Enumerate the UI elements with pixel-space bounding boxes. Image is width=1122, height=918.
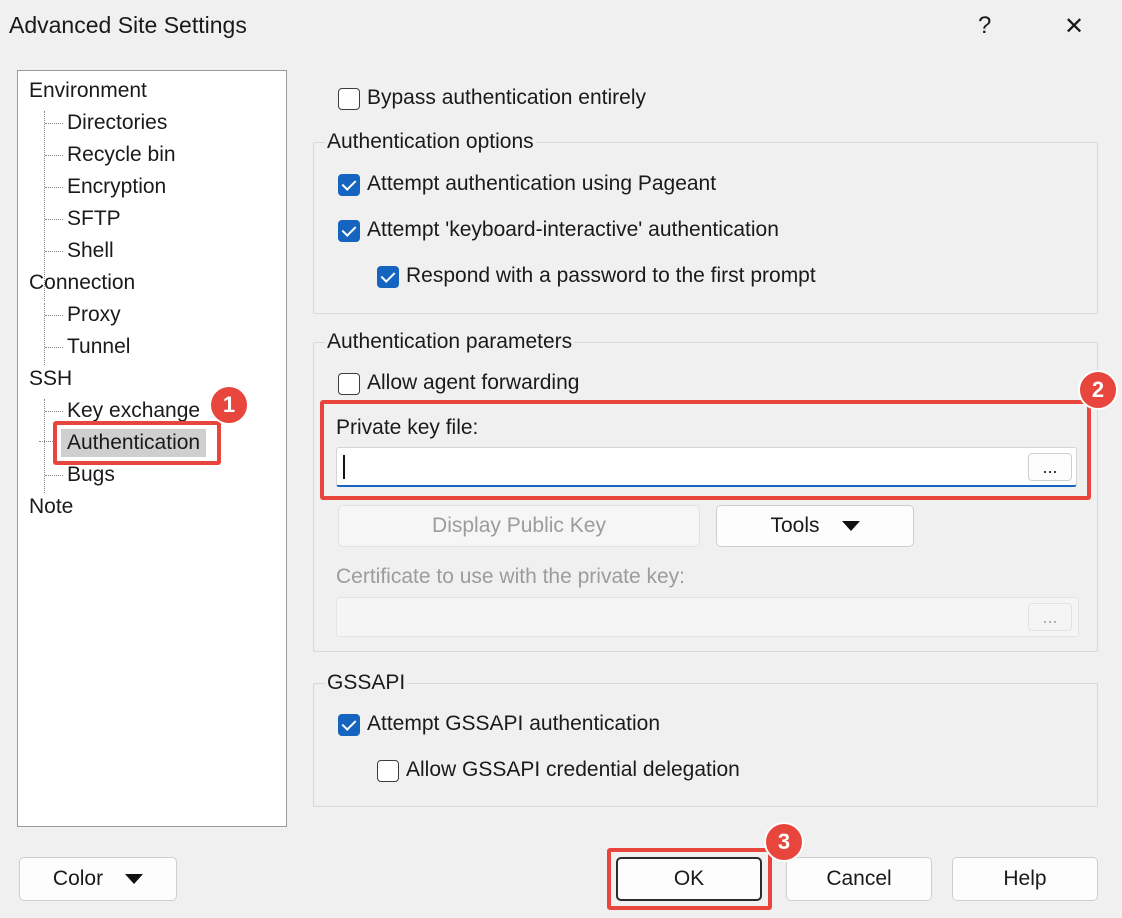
callout-badge-2: 2 <box>1078 370 1118 410</box>
pageant-label: Attempt authentication using Pageant <box>367 172 717 195</box>
chevron-down-icon <box>125 874 144 884</box>
auth-params-title: Authentication parameters <box>325 330 575 354</box>
gssapi-checkbox[interactable] <box>338 714 360 736</box>
tree-item-encryption[interactable]: Encryption <box>44 175 166 199</box>
gssapi-delegation-checkbox[interactable] <box>377 760 399 782</box>
gssapi-group <box>313 683 1098 807</box>
pageant-checkbox[interactable] <box>338 174 360 196</box>
chevron-down-icon <box>841 521 860 531</box>
tree-item-note[interactable]: Note <box>29 495 73 519</box>
display-public-key-button[interactable]: Display Public Key <box>338 505 700 547</box>
tools-label: Tools <box>770 514 820 537</box>
color-dropdown-button[interactable]: Color <box>19 857 177 901</box>
auth-options-title: Authentication options <box>325 130 536 154</box>
tree-item-proxy[interactable]: Proxy <box>45 303 121 327</box>
tree-item-tunnel[interactable]: Tunnel <box>44 335 130 359</box>
tree-item-connection[interactable]: Connection <box>29 271 135 295</box>
tree-item-directories[interactable]: Directories <box>44 111 167 135</box>
tree-item-bugs[interactable]: Bugs <box>45 463 115 487</box>
tree-connector <box>44 399 45 493</box>
help-label: Help <box>1003 867 1047 890</box>
bypass-checkbox[interactable] <box>338 88 360 110</box>
gssapi-label: Attempt GSSAPI authentication <box>367 712 660 735</box>
certificate-label: Certificate to use with the private key: <box>336 565 685 588</box>
help-icon[interactable]: ? <box>978 12 991 40</box>
agent-forwarding-checkbox[interactable] <box>338 373 360 395</box>
close-icon[interactable]: ✕ <box>1064 12 1084 41</box>
gssapi-title: GSSAPI <box>325 671 408 695</box>
tree-item-recycle-bin[interactable]: Recycle bin <box>45 143 176 167</box>
tree-item-sftp[interactable]: SFTP <box>45 207 121 231</box>
window-title: Advanced Site Settings <box>9 12 247 38</box>
certificate-browse-button[interactable]: ... <box>1028 603 1072 631</box>
callout-highlight-private-key <box>320 400 1091 500</box>
respond-password-checkbox[interactable] <box>377 266 399 288</box>
color-label: Color <box>52 867 104 890</box>
cancel-label: Cancel <box>826 867 892 890</box>
gssapi-delegation-label: Allow GSSAPI credential delegation <box>406 758 740 781</box>
tree-item-shell[interactable]: Shell <box>45 239 114 263</box>
keyboard-interactive-label: Attempt 'keyboard-interactive' authentic… <box>367 218 779 241</box>
tree-item-environment[interactable]: Environment <box>29 79 147 103</box>
callout-highlight-authentication <box>53 421 221 465</box>
bypass-label: Bypass authentication entirely <box>367 86 646 109</box>
tree-item-key-exchange[interactable]: Key exchange <box>44 399 200 423</box>
tree-item-ssh[interactable]: SSH <box>29 367 72 391</box>
cancel-button[interactable]: Cancel <box>786 857 932 901</box>
certificate-input[interactable] <box>336 597 1079 637</box>
respond-password-label: Respond with a password to the first pro… <box>406 264 816 287</box>
tree-connector <box>44 303 45 365</box>
display-public-key-label: Display Public Key <box>432 514 606 537</box>
agent-forwarding-label: Allow agent forwarding <box>367 371 580 394</box>
callout-highlight-ok <box>607 848 772 910</box>
keyboard-interactive-checkbox[interactable] <box>338 220 360 242</box>
help-button[interactable]: Help <box>952 857 1098 901</box>
tools-dropdown-button[interactable]: Tools <box>716 505 914 547</box>
callout-badge-3: 3 <box>764 822 804 862</box>
callout-badge-1: 1 <box>209 385 249 425</box>
